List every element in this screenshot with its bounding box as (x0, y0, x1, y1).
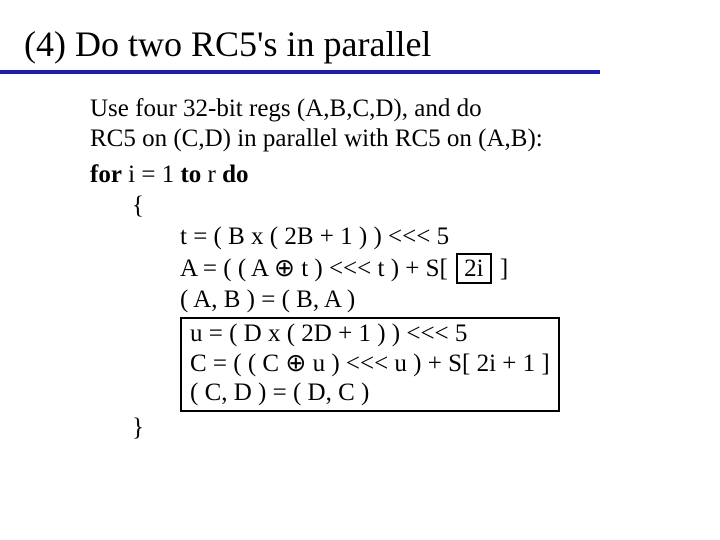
intro-line-1: Use four 32-bit regs (A,B,C,D), and do (90, 94, 680, 125)
pseudocode: for i = 1 to r do { t = ( B x ( 2B + 1 )… (90, 159, 680, 443)
box-group: u = ( D x ( 2D + 1 ) ) <<< 5 C = ( ( C ⊕… (90, 315, 680, 412)
intro-line-2: RC5 on (C,D) in parallel with RC5 on (A,… (90, 124, 680, 155)
u-assign: u = ( D x ( 2D + 1 ) ) <<< 5 (190, 320, 467, 347)
kw-to: to (180, 161, 201, 188)
box-2i: 2i (456, 253, 491, 285)
boxed-lines: u = ( D x ( 2D + 1 ) ) <<< 5 C = ( ( C ⊕… (180, 317, 560, 412)
slide-body: Use four 32-bit regs (A,B,C,D), and do R… (0, 74, 720, 443)
slide-title: (4) Do two RC5's in parallel (0, 26, 600, 74)
ab-swap: ( A, B ) = ( B, A ) (90, 284, 680, 315)
xor-icon: ⊕ (285, 349, 306, 377)
for-line: for i = 1 to r do (90, 159, 680, 190)
cd-swap: ( C, D ) = ( D, C ) (190, 379, 369, 406)
a-assign: A = ( ( A ⊕ t ) <<< t ) + S[ 2i ] (90, 253, 680, 285)
close-brace: } (90, 412, 680, 443)
open-brace: { (90, 190, 680, 221)
t-assign: t = ( B x ( 2B + 1 ) ) <<< 5 (90, 221, 680, 252)
kw-for: for (90, 161, 122, 188)
kw-do: do (222, 161, 248, 188)
c-assign: C = ( ( C ⊕ u ) <<< u ) + S[ 2i + 1 ] (190, 350, 550, 377)
slide: (4) Do two RC5's in parallel Use four 32… (0, 0, 720, 540)
xor-icon: ⊕ (274, 254, 295, 282)
